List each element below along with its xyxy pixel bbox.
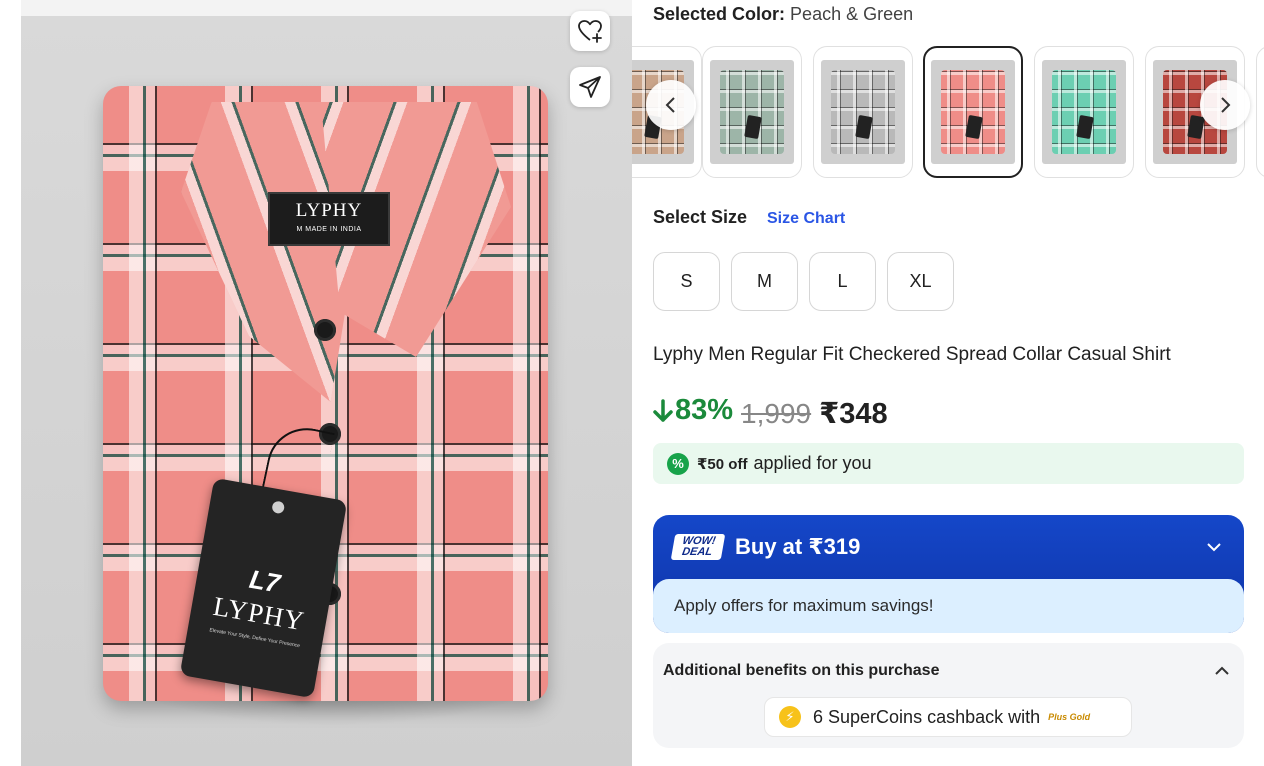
benefits-title: Additional benefits on this purchase <box>663 662 940 679</box>
chevron-right-icon <box>1221 97 1231 113</box>
size-options: S M L XL <box>653 252 954 311</box>
color-swatch-mint[interactable] <box>1034 46 1134 178</box>
wow-deal-subtitle: Apply offers for maximum savings! <box>653 579 1244 633</box>
neck-label: LYPHY M MADE IN INDIA <box>268 192 390 246</box>
send-icon <box>579 76 601 98</box>
selling-price: ₹348 <box>819 397 888 430</box>
gallery-top-strip <box>21 0 632 16</box>
wishlist-button[interactable] <box>570 11 610 51</box>
select-size-label: Select Size <box>653 207 748 227</box>
wow-deal-badge: WOW! DEAL <box>670 534 726 560</box>
coupon-text: applied for you <box>753 453 872 473</box>
discount: 83% <box>653 394 733 427</box>
product-page: LYPHY M MADE IN INDIA L7 LYPHY Elevate Y… <box>0 0 1264 766</box>
wow-deal-title: Buy at ₹319 <box>735 534 861 559</box>
supercoin-icon: ⚡ <box>779 706 801 728</box>
selected-color-value: Peach & Green <box>790 4 914 24</box>
wow-deal-card[interactable]: WOW! DEAL Buy at ₹319 Apply offers for m… <box>653 515 1244 633</box>
price-row: 83% 1,999 ₹348 <box>653 394 888 431</box>
chevron-down-icon[interactable] <box>1204 537 1224 557</box>
shirt-button <box>314 319 336 341</box>
chevron-left-icon <box>665 97 675 113</box>
supercoins-text: 6 SuperCoins cashback with <box>813 706 1041 727</box>
percent-badge-icon: % <box>667 452 689 475</box>
coupon-banner: % ₹50 off applied for you <box>653 443 1244 484</box>
size-option-l[interactable]: L <box>809 252 876 311</box>
product-gallery: LYPHY M MADE IN INDIA L7 LYPHY Elevate Y… <box>21 0 632 766</box>
color-swatch-peach-green[interactable] <box>923 46 1023 178</box>
size-option-xl[interactable]: XL <box>887 252 954 311</box>
chevron-up-icon[interactable] <box>1212 661 1232 681</box>
neck-label-made: MADE IN INDIA <box>305 226 362 233</box>
coupon-amount: ₹50 off <box>697 455 748 473</box>
discount-percent: 83% <box>675 394 734 426</box>
additional-benefits: Additional benefits on this purchase ⚡ 6… <box>653 643 1244 748</box>
product-details: Selected Color: Peach & Green Select Siz… <box>632 0 1264 766</box>
wow-deal-header[interactable]: WOW! DEAL Buy at ₹319 <box>653 515 1244 579</box>
heart-plus-icon <box>578 20 602 43</box>
color-swatch-sage[interactable] <box>702 46 802 178</box>
carousel-prev-button[interactable] <box>646 80 696 130</box>
selected-color-label: Selected Color: <box>653 4 786 24</box>
size-option-m[interactable]: M <box>731 252 798 311</box>
color-swatch-grey[interactable] <box>813 46 913 178</box>
mrp: 1,999 <box>741 397 812 429</box>
plus-gold-logo: Plus Gold <box>1048 712 1091 722</box>
arrow-down-icon <box>653 398 673 422</box>
neck-label-size: M <box>296 226 303 233</box>
color-swatch-carousel <box>632 45 1264 180</box>
size-option-s[interactable]: S <box>653 252 720 311</box>
size-chart-link[interactable]: Size Chart <box>767 210 845 228</box>
carousel-next-button[interactable] <box>1200 80 1250 130</box>
product-title: Lyphy Men Regular Fit Checkered Spread C… <box>653 344 1171 365</box>
share-button[interactable] <box>570 67 610 107</box>
tag-hole <box>270 500 285 515</box>
supercoins-offer[interactable]: ⚡ 6 SuperCoins cashback with Plus Gold <box>764 697 1132 737</box>
color-swatch-next[interactable] <box>1256 46 1264 178</box>
selected-color: Selected Color: Peach & Green <box>653 4 913 25</box>
product-image[interactable]: LYPHY M MADE IN INDIA L7 LYPHY Elevate Y… <box>21 16 632 766</box>
neck-label-brand: LYPHY <box>295 200 363 221</box>
